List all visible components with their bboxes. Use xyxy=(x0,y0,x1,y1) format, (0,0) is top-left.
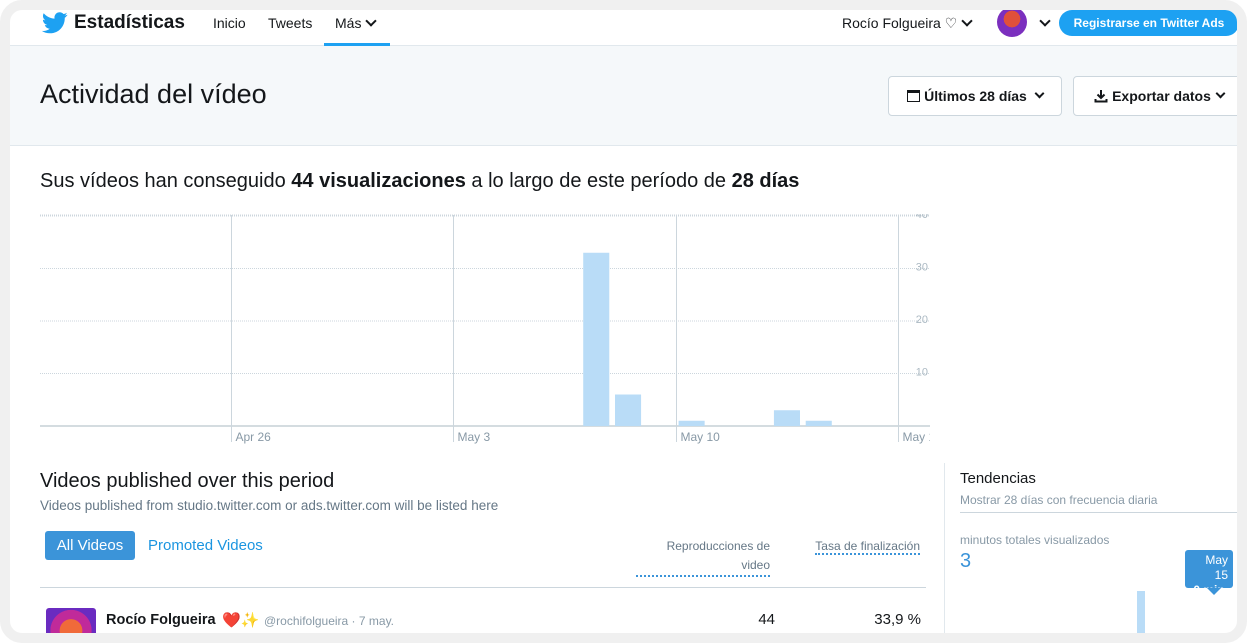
x-tick-label: May 17 xyxy=(903,430,931,444)
brand-title: Estadísticas xyxy=(74,12,185,33)
tooltip-date: May 15 xyxy=(1205,553,1228,582)
column-header-completion[interactable]: Tasa de finalización xyxy=(802,537,920,556)
trends-title: Tendencias xyxy=(960,470,1036,487)
date-range-label: Últimos 28 días xyxy=(924,88,1027,104)
twitter-bird-icon xyxy=(42,12,68,34)
trends-metric-value: 3 xyxy=(960,550,972,572)
top-navigation: Estadísticas Inicio Tweets Más Rocío Fol… xyxy=(0,0,1247,46)
date-range-button[interactable]: Últimos 28 días xyxy=(888,76,1062,116)
page-title: Actividad del vídeo xyxy=(40,79,267,109)
bar xyxy=(773,410,800,426)
page-header: Actividad del vídeo Últimos 28 días Expo… xyxy=(0,46,1247,146)
column-header-plays-line1: Reproducciones de xyxy=(666,539,770,553)
bar xyxy=(805,420,832,426)
nav-link-mas[interactable]: Más xyxy=(335,15,378,31)
trends-divider xyxy=(960,512,1247,513)
brand[interactable]: Estadísticas xyxy=(42,10,185,36)
trends-metric-label[interactable]: minutos totales visualizados xyxy=(960,533,1109,547)
nav-link-tweets[interactable]: Tweets xyxy=(268,15,312,31)
export-data-button[interactable]: Exportar datos xyxy=(1073,76,1245,116)
column-header-completion-label: Tasa de finalización xyxy=(815,539,920,555)
video-views-chart: 10 20 30 40 Apr 26 May 3 May 10 May 17 xyxy=(40,214,930,444)
bar xyxy=(583,252,610,426)
column-header-plays[interactable]: Reproducciones de video xyxy=(636,537,770,577)
videos-section-subtitle: Videos published from studio.twitter.com… xyxy=(40,498,499,513)
row-author-name: Rocío Folgueira xyxy=(106,612,216,628)
nav-link-mas-label: Más xyxy=(335,15,362,31)
user-menu[interactable]: Rocío Folgueira ♡ xyxy=(842,15,973,32)
y-tick-label: 40 xyxy=(916,214,928,221)
tab-promoted-videos[interactable]: Promoted Videos xyxy=(148,537,263,554)
row-author-emoji: ❤️✨ xyxy=(222,612,260,629)
chevron-down-icon xyxy=(365,15,378,27)
trends-subtitle: Mostrar 28 días con frecuencia diaria xyxy=(960,493,1158,507)
summary-views: 44 visualizaciones xyxy=(291,170,466,192)
trends-panel: Tendencias Mostrar 28 días con frecuenci… xyxy=(944,463,1247,643)
tab-all-videos[interactable]: All Videos xyxy=(45,531,135,560)
chevron-down-icon xyxy=(1215,88,1226,98)
tooltip-value: 0 min. xyxy=(1193,583,1228,597)
column-header-plays-line2: video xyxy=(741,558,770,572)
y-tick-label: 30 xyxy=(916,262,928,274)
videos-section-title: Videos published over this period xyxy=(40,470,335,492)
summary-middle: a lo largo de este período de xyxy=(465,170,732,192)
calendar-icon xyxy=(907,90,921,102)
row-completion-rate: 33,9 % xyxy=(874,611,921,628)
user-name: Rocío Folgueira ♡ xyxy=(842,15,958,31)
analytics-window: Estadísticas Inicio Tweets Más Rocío Fol… xyxy=(0,0,1247,643)
chevron-down-icon[interactable] xyxy=(1039,15,1051,27)
summary-prefix: Sus vídeos han conseguido xyxy=(40,170,292,192)
video-thumbnail[interactable] xyxy=(106,638,290,643)
nav-link-inicio[interactable]: Inicio xyxy=(213,15,246,31)
y-tick-label: 20 xyxy=(916,314,928,326)
x-tick-label: Apr 26 xyxy=(236,430,272,444)
chevron-down-icon xyxy=(1034,88,1045,98)
twitter-ads-button[interactable]: Registrarse en Twitter Ads xyxy=(1059,10,1239,36)
x-tick-label: May 10 xyxy=(681,430,721,444)
avatar xyxy=(46,608,96,643)
row-plays: 44 xyxy=(758,611,775,628)
trends-bar[interactable] xyxy=(1137,591,1145,643)
views-summary: Sus vídeos han conseguido 44 visualizaci… xyxy=(40,170,799,193)
y-tick-label: 10 xyxy=(916,367,928,379)
table-divider xyxy=(40,587,926,588)
summary-days: 28 días xyxy=(731,170,800,192)
bar xyxy=(678,420,705,426)
export-data-label: Exportar datos xyxy=(1112,88,1211,104)
trends-tooltip: May 15 0 min. xyxy=(1185,550,1233,597)
bar xyxy=(615,394,642,426)
chevron-down-icon xyxy=(961,15,973,27)
x-tick-label: May 3 xyxy=(458,430,491,444)
row-author-handle[interactable]: @rochifolgueira · 7 may. xyxy=(264,614,394,628)
avatar[interactable] xyxy=(997,7,1027,37)
download-icon xyxy=(1094,90,1108,103)
